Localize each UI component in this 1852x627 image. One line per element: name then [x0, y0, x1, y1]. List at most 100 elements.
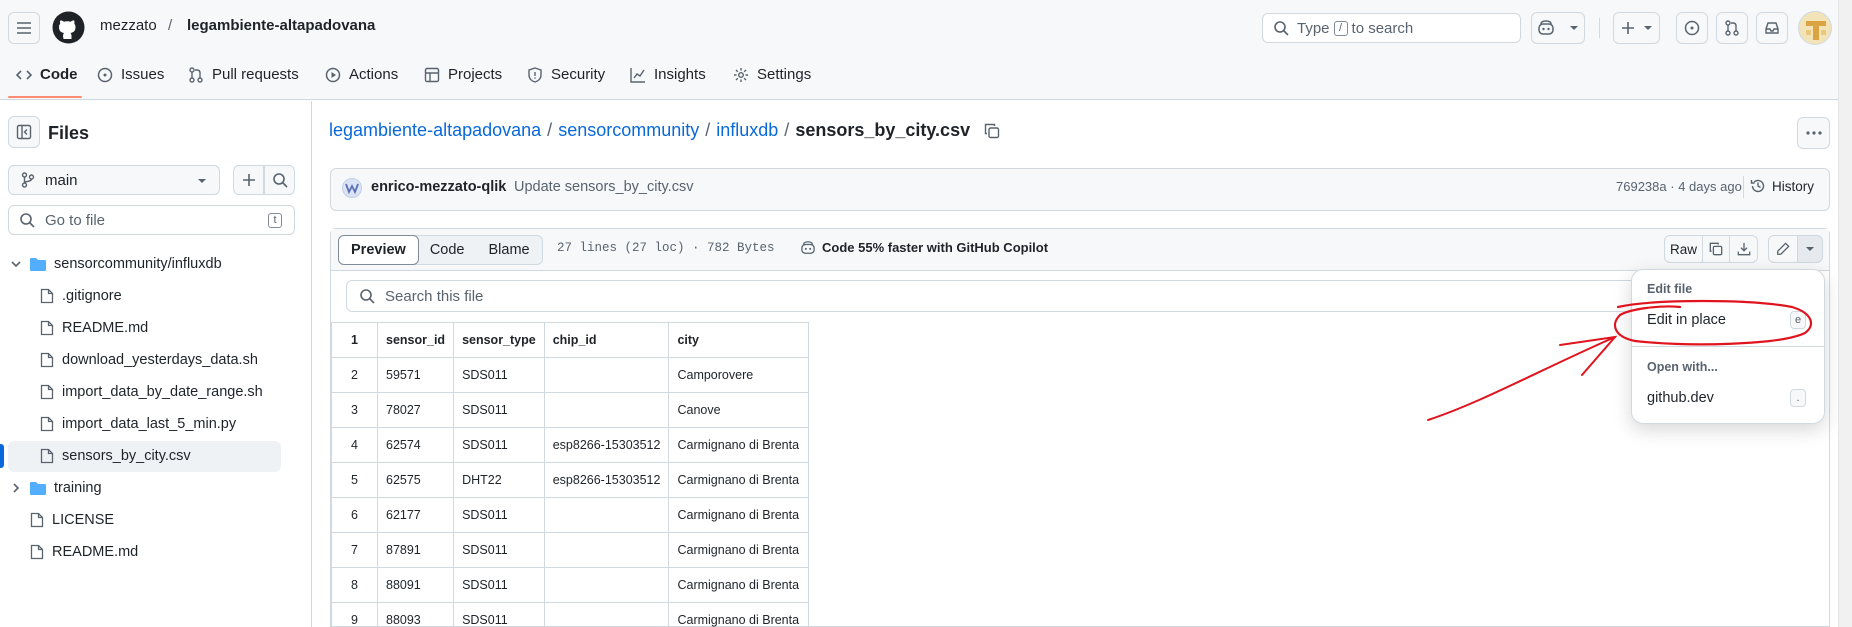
history-label: History — [1772, 178, 1815, 194]
page-scrollbar[interactable] — [1838, 0, 1852, 627]
line-number: 4 — [331, 427, 378, 463]
plus-icon — [1621, 22, 1634, 34]
table-cell: Carmignano di Brenta — [668, 497, 810, 533]
search-icon — [360, 289, 375, 304]
line-number: 7 — [331, 532, 378, 568]
chevron-down-icon — [11, 261, 21, 268]
tab-code-view[interactable]: Code — [418, 236, 477, 264]
path-separator: / — [547, 120, 553, 140]
issues-button[interactable] — [1676, 12, 1708, 44]
tree-file-sensors-csv[interactable]: sensors_by_city.csv — [40, 442, 191, 470]
tab-settings-label: Settings — [757, 66, 812, 83]
user-avatar[interactable] — [1798, 11, 1832, 45]
tab-insights[interactable]: Insights — [630, 66, 706, 83]
more-options-button[interactable] — [1797, 117, 1830, 149]
tab-actions-label: Actions — [349, 66, 399, 83]
tree-item-label: .gitignore — [62, 288, 122, 304]
tab-blame[interactable]: Blame — [477, 236, 542, 264]
copy-path-icon[interactable] — [984, 123, 1000, 139]
table-cell: SDS011 — [453, 392, 545, 428]
commit-hash[interactable]: 769238a — [1616, 179, 1667, 194]
view-mode-switcher: Preview Code Blame — [338, 235, 543, 265]
branch-selector[interactable]: main — [8, 165, 220, 195]
raw-button[interactable]: Raw — [1664, 235, 1703, 263]
tree-item-label: import_data_by_date_range.sh — [62, 384, 263, 400]
folder-icon — [30, 258, 46, 271]
inbox-button[interactable] — [1756, 12, 1788, 44]
tree-item-label: README.md — [52, 544, 139, 560]
commit-message[interactable]: Update sensors_by_city.csv — [514, 179, 693, 195]
go-to-file-shortcut: t — [268, 212, 282, 228]
tab-security-label: Security — [551, 66, 606, 83]
path-repo-link[interactable]: legambiente-altapadovana — [329, 120, 541, 141]
tree-file-root-readme[interactable]: README.md — [30, 538, 138, 566]
history-button[interactable]: History — [1750, 178, 1814, 194]
copy-raw-button[interactable] — [1702, 235, 1730, 263]
copilot-promo-label: Code 55% faster with GitHub Copilot — [822, 240, 1049, 255]
edit-file-button[interactable] — [1768, 235, 1798, 263]
create-new-button[interactable] — [1613, 12, 1660, 44]
table-cell: SDS011 — [453, 357, 545, 393]
copilot-promo[interactable]: Code 55% faster with GitHub Copilot — [800, 240, 1048, 255]
table-header-row: 1 sensor_id sensor_type chip_id city — [331, 322, 810, 358]
commit-meta: 769238a · 4 days ago — [1616, 179, 1742, 194]
header-divider — [1599, 18, 1600, 38]
tab-settings[interactable]: Settings — [733, 66, 811, 83]
breadcrumb-owner[interactable]: mezzato — [100, 17, 157, 34]
table-cell: 87891 — [376, 532, 455, 568]
edit-options-button[interactable] — [1797, 235, 1823, 263]
tab-pull-requests[interactable]: Pull requests — [188, 66, 299, 83]
tab-issues-label: Issues — [121, 66, 165, 83]
graph-icon — [630, 67, 645, 83]
tab-issues[interactable]: Issues — [97, 66, 164, 83]
path-dir2-link[interactable]: influxdb — [716, 120, 778, 141]
tree-folder-training[interactable]: training — [10, 474, 102, 502]
file-viewer-header — [331, 229, 1829, 271]
add-file-button[interactable] — [233, 165, 264, 195]
table-cell: 62177 — [376, 497, 455, 533]
tree-file-gitignore[interactable]: .gitignore — [40, 282, 122, 310]
git-branch-icon — [21, 172, 35, 188]
go-to-file-input[interactable]: Go to file t — [8, 205, 295, 235]
search-files-button[interactable] — [264, 165, 295, 195]
tree-file-import-range-script[interactable]: import_data_by_date_range.sh — [40, 378, 263, 406]
global-search-input[interactable]: Type / to search — [1262, 13, 1521, 43]
tree-file-license[interactable]: LICENSE — [30, 506, 114, 534]
pull-request-icon — [1725, 20, 1739, 36]
selected-file-indicator — [0, 444, 4, 468]
tab-security[interactable]: Security — [527, 66, 605, 83]
github-logo-icon[interactable] — [52, 11, 85, 44]
file-icon — [40, 352, 54, 368]
download-button[interactable] — [1729, 235, 1758, 263]
play-icon — [325, 67, 341, 82]
tab-code[interactable]: Code — [16, 66, 78, 83]
tree-file-download-script[interactable]: download_yesterdays_data.sh — [40, 346, 258, 374]
go-to-file-placeholder: Go to file — [45, 211, 106, 229]
sidebar-title: Files — [48, 123, 90, 143]
pull-requests-button[interactable] — [1716, 12, 1748, 44]
table-cell: Carmignano di Brenta — [668, 427, 810, 463]
commit-dot: · — [1670, 179, 1675, 194]
commit-author-name[interactable]: enrico-mezzato-qlik — [371, 179, 506, 195]
tree-item-label: sensorcommunity/influxdb — [54, 256, 222, 272]
breadcrumb-repo[interactable]: legambiente-altapadovana — [187, 17, 375, 34]
table-cell: 88091 — [376, 567, 455, 603]
inbox-icon — [1765, 22, 1779, 34]
copilot-button[interactable] — [1531, 12, 1585, 44]
table-cell: DHT22 — [453, 462, 545, 498]
hamburger-menu-button[interactable] — [8, 12, 40, 44]
tree-file-import-last-script[interactable]: import_data_last_5_min.py — [40, 410, 236, 438]
commit-author-avatar[interactable] — [342, 178, 362, 198]
tree-folder-influxdb[interactable]: sensorcommunity/influxdb — [10, 250, 222, 278]
tree-file-readme[interactable]: README.md — [40, 314, 148, 342]
path-separator: / — [705, 120, 711, 140]
commit-divider — [1743, 176, 1744, 198]
tab-projects[interactable]: Projects — [424, 66, 502, 83]
file-icon — [30, 512, 44, 528]
tab-actions[interactable]: Actions — [325, 66, 398, 83]
path-dir1-link[interactable]: sensorcommunity — [558, 120, 699, 141]
collapse-sidebar-button[interactable] — [8, 116, 40, 148]
file-icon — [40, 448, 54, 464]
issue-icon — [97, 67, 113, 82]
tab-preview[interactable]: Preview — [338, 235, 419, 265]
